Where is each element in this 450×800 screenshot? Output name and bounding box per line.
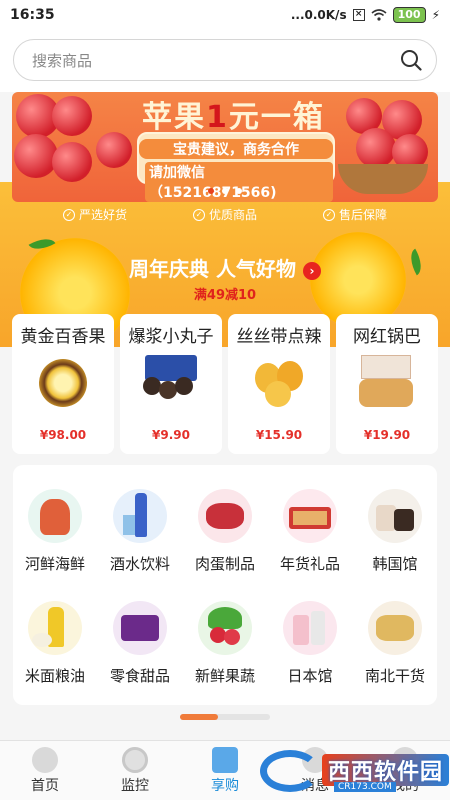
feature-item: ✓ 售后保障 xyxy=(322,206,387,223)
category-label: 酒水饮料 xyxy=(109,555,170,573)
feature-item: ✓ 优质商品 xyxy=(192,206,257,223)
sim-x-icon: × xyxy=(352,9,365,21)
promo-title[interactable]: 周年庆典 人气好物 › xyxy=(0,253,450,282)
status-icons: ...0.0K/s × 100 ⚡ xyxy=(291,7,440,23)
category-item[interactable]: 酒水饮料 xyxy=(98,489,182,574)
banner-line2: 请加微信（15216871566) xyxy=(145,162,333,202)
category-label: 年货礼品 xyxy=(279,555,340,573)
product-price: ¥98.00 xyxy=(39,428,87,442)
snack-balls-image xyxy=(141,355,201,411)
check-icon: ✓ xyxy=(322,208,335,221)
category-item[interactable]: 南北干货 xyxy=(353,601,437,686)
japan-icon xyxy=(283,601,337,655)
category-item[interactable]: 日本馆 xyxy=(268,601,352,686)
seafood-icon xyxy=(28,489,82,543)
search-input[interactable]: 搜索商品 xyxy=(13,39,437,81)
category-label: 河鲜海鲜 xyxy=(24,555,85,573)
gift-icon xyxy=(283,489,337,543)
watermark-c-icon xyxy=(260,750,320,792)
crispy-rice-image xyxy=(357,355,417,411)
apple-image xyxy=(14,134,58,178)
grain-oil-icon xyxy=(28,601,82,655)
check-icon: ✓ xyxy=(62,208,75,221)
category-item[interactable]: 新鲜果蔬 xyxy=(183,601,267,686)
watermark-logo: 西西软件园 CR173.COM xyxy=(260,748,450,794)
status-bar: 16:35 ...0.0K/s × 100 ⚡ xyxy=(0,0,450,30)
banner-line1: 宝贵建议，商务合作 xyxy=(139,139,333,159)
network-speed: ...0.0K/s xyxy=(290,8,347,22)
feature-item: ✓ 严选好货 xyxy=(62,206,127,223)
apple-basket-image xyxy=(338,98,430,194)
product-price: ¥9.90 xyxy=(152,428,190,442)
banner-carousel[interactable]: 苹果1元一箱 宝贵建议，商务合作 请加微信（15216871566) xyxy=(12,92,438,202)
carousel-dot[interactable] xyxy=(222,188,228,194)
category-item[interactable]: 韩国馆 xyxy=(353,489,437,574)
product-name: 爆浆小丸子 xyxy=(128,327,214,347)
korea-icon xyxy=(368,489,422,543)
tab-home[interactable]: 首页 xyxy=(0,741,90,800)
feature-list: ✓ 严选好货 ✓ 优质商品 ✓ 售后保障 xyxy=(0,206,450,223)
wifi-icon xyxy=(371,9,387,21)
category-label: 零食甜品 xyxy=(109,667,170,685)
vegetables-icon xyxy=(198,601,252,655)
category-label: 新鲜果蔬 xyxy=(194,667,255,685)
banner-contact-card: 宝贵建议，商务合作 请加微信（15216871566) xyxy=(137,132,335,202)
category-item[interactable]: 河鲜海鲜 xyxy=(13,489,97,574)
battery-indicator: 100 xyxy=(392,7,426,23)
chevron-right-icon[interactable]: › xyxy=(302,261,321,280)
product-price: ¥15.90 xyxy=(255,428,303,442)
carousel-dot[interactable] xyxy=(208,188,214,194)
gift-box-icon xyxy=(212,747,238,773)
category-label: 米面粮油 xyxy=(24,667,85,685)
category-item[interactable]: 零食甜品 xyxy=(98,601,182,686)
product-card[interactable]: 黄金百香果 ¥98.00 xyxy=(12,314,114,454)
apple-image xyxy=(52,142,92,182)
promo-subtitle: 满49减10 xyxy=(193,288,257,303)
category-item[interactable]: 肉蛋制品 xyxy=(183,489,267,574)
lightning-icon: ⚡ xyxy=(431,8,440,22)
product-name: 黄金百香果 xyxy=(20,327,106,347)
check-icon: ✓ xyxy=(192,208,205,221)
snacks-icon xyxy=(113,601,167,655)
tab-label: 享购 xyxy=(211,778,239,794)
scroll-thumb xyxy=(180,714,218,720)
category-scroll-indicator xyxy=(180,714,270,720)
search-icon[interactable] xyxy=(400,49,422,71)
category-item[interactable]: 米面粮油 xyxy=(13,601,97,686)
product-price: ¥19.90 xyxy=(363,428,411,442)
product-card[interactable]: 爆浆小丸子 ¥9.90 xyxy=(120,314,222,454)
search-placeholder: 搜索商品 xyxy=(32,51,93,70)
category-grid: 河鲜海鲜 酒水饮料 肉蛋制品 年货礼品 韩国馆 米面粮油 零食甜品 新鲜果蔬 日… xyxy=(13,465,437,705)
product-name: 网红锅巴 xyxy=(353,327,421,347)
category-label: 南北干货 xyxy=(364,667,425,685)
dried-goods-icon xyxy=(368,601,422,655)
camera-icon xyxy=(122,747,148,773)
passion-fruit-image xyxy=(33,355,93,411)
drinks-icon xyxy=(113,489,167,543)
product-card[interactable]: 网红锅巴 ¥19.90 xyxy=(336,314,438,454)
home-icon xyxy=(32,747,58,773)
product-list: 黄金百香果 ¥98.00 爆浆小丸子 ¥9.90 丝丝带点辣 ¥15.90 网红… xyxy=(12,314,438,454)
category-label: 日本馆 xyxy=(287,667,333,685)
tab-label: 监控 xyxy=(121,778,149,794)
apple-image xyxy=(52,96,92,136)
product-card[interactable]: 丝丝带点辣 ¥15.90 xyxy=(228,314,330,454)
search-bar: 搜索商品 xyxy=(0,30,450,92)
apple-image xyxy=(96,132,132,168)
carousel-dots xyxy=(0,188,450,194)
watermark-sub: CR173.COM xyxy=(334,782,396,792)
egg-snack-image xyxy=(249,355,309,411)
category-item[interactable]: 年货礼品 xyxy=(268,489,352,574)
meat-icon xyxy=(198,489,252,543)
tab-shop[interactable]: 享购 xyxy=(180,741,270,800)
category-label: 肉蛋制品 xyxy=(194,555,255,573)
tab-monitor[interactable]: 监控 xyxy=(90,741,180,800)
status-time: 16:35 xyxy=(10,7,55,23)
tab-label: 首页 xyxy=(31,778,59,794)
banner-title: 苹果1元一箱 xyxy=(142,100,325,135)
carousel-dot[interactable] xyxy=(236,188,242,194)
category-label: 韩国馆 xyxy=(372,555,418,573)
product-name: 丝丝带点辣 xyxy=(236,327,322,347)
